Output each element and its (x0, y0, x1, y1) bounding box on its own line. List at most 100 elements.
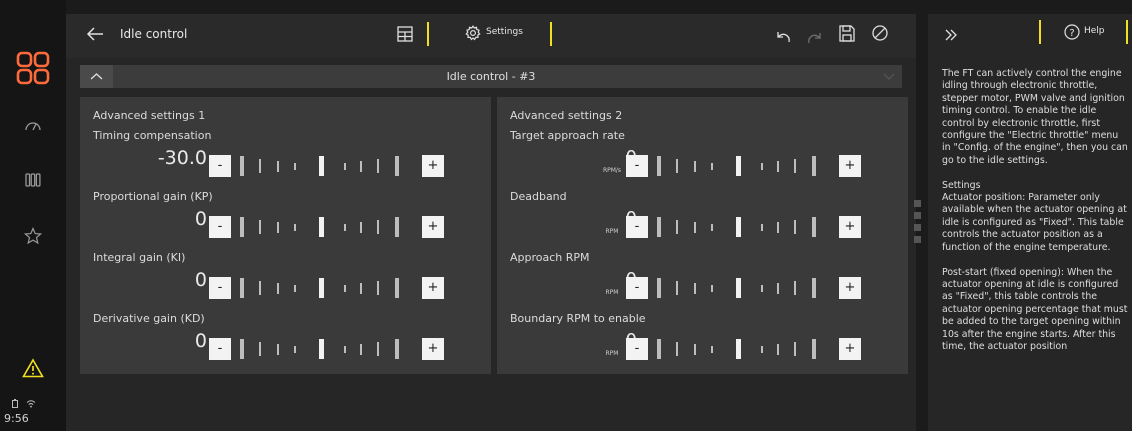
table-icon[interactable] (397, 26, 413, 46)
slider-tick (761, 162, 763, 170)
slider-tick (657, 339, 661, 359)
slider-tick (794, 342, 796, 356)
decrement-button[interactable]: - (209, 338, 231, 360)
setting-value: 0 (557, 147, 637, 168)
undo-icon[interactable] (775, 28, 791, 47)
setting-label: Timing compensation (93, 129, 212, 142)
decrement-button[interactable]: - (209, 155, 231, 177)
help-icon[interactable]: ? (1064, 24, 1080, 44)
increment-button[interactable]: + (839, 155, 861, 177)
increment-button[interactable]: + (422, 338, 444, 360)
slider-tick (657, 156, 661, 176)
gauges-icon[interactable] (0, 170, 66, 190)
value-slider[interactable] (233, 211, 417, 243)
slider-tick (240, 278, 244, 298)
slider-tick (761, 284, 763, 292)
slider-center-mark (319, 278, 324, 298)
value-slider[interactable] (650, 211, 834, 243)
setting-label: Target approach rate (510, 129, 625, 142)
increment-button[interactable]: + (839, 216, 861, 238)
back-arrow-icon[interactable] (86, 26, 104, 46)
setting-value: 0 (194, 208, 207, 230)
slider-tick (694, 160, 696, 172)
decrement-button[interactable]: - (626, 277, 648, 299)
slider-center-mark (319, 339, 324, 359)
increment-button[interactable]: + (839, 338, 861, 360)
slider-tick (812, 339, 816, 359)
battery-icon (12, 393, 18, 412)
menu-grid-icon[interactable] (0, 48, 66, 88)
slider-tick (711, 162, 713, 170)
slider-tick (777, 343, 779, 355)
decrement-button[interactable]: - (626, 216, 648, 238)
increment-button[interactable]: + (422, 155, 444, 177)
slider-tick (777, 221, 779, 233)
slider-tick (377, 281, 379, 295)
slider-tick (277, 343, 279, 355)
setting-value: -30.0 (157, 147, 207, 169)
redo-icon[interactable] (807, 29, 823, 48)
value-slider[interactable] (650, 150, 834, 182)
splitter-handle[interactable] (914, 200, 921, 250)
slider-tick (794, 220, 796, 234)
slider-tick (777, 160, 779, 172)
setting-value: 0 (557, 269, 637, 290)
slider-center-mark (736, 278, 741, 298)
slider-tick (676, 159, 678, 173)
favorites-icon[interactable] (0, 225, 66, 247)
slider-tick (794, 281, 796, 295)
slider-tick (259, 342, 261, 356)
decrement-button[interactable]: - (626, 338, 648, 360)
page-title: Idle control (120, 27, 188, 41)
value-slider[interactable] (233, 333, 417, 365)
slider-center-mark (736, 156, 741, 176)
value-slider[interactable] (650, 272, 834, 304)
value-slider[interactable] (233, 150, 417, 182)
section-title: Idle control - #3 (446, 70, 536, 83)
settings-tab[interactable]: Settings (486, 27, 523, 37)
slider-tick (294, 223, 296, 231)
increment-button[interactable]: + (422, 277, 444, 299)
slider-tick (377, 220, 379, 234)
slider-tick (344, 345, 346, 353)
expand-panel-icon[interactable] (944, 27, 958, 46)
slider-tick (657, 217, 661, 237)
setting-label: Boundary RPM to enable (510, 312, 646, 325)
cancel-icon[interactable] (872, 25, 888, 45)
decrement-button[interactable]: - (209, 277, 231, 299)
slider-tick (377, 342, 379, 356)
decrement-button[interactable]: - (209, 216, 231, 238)
slider-tick (694, 282, 696, 294)
slider-tick (395, 278, 399, 298)
slider-tick (761, 223, 763, 231)
slider-tick (277, 221, 279, 233)
slider-tick (259, 220, 261, 234)
slider-center-mark (319, 156, 324, 176)
slider-tick (711, 345, 713, 353)
slider-tick (259, 159, 261, 173)
slider-tick (761, 345, 763, 353)
decrement-button[interactable]: - (626, 155, 648, 177)
slider-tick (395, 339, 399, 359)
increment-button[interactable]: + (839, 277, 861, 299)
slider-tick (344, 223, 346, 231)
dashboard-icon[interactable] (0, 115, 66, 135)
increment-button[interactable]: + (422, 216, 444, 238)
slider-tick (360, 343, 362, 355)
advanced-settings-2-panel: Advanced settings 2 Target approach rate… (497, 97, 908, 374)
gear-icon[interactable] (465, 25, 481, 45)
help-label[interactable]: Help (1084, 26, 1105, 36)
slider-tick (777, 282, 779, 294)
value-slider[interactable] (233, 272, 417, 304)
expand-icon[interactable] (876, 65, 902, 88)
slider-tick (240, 339, 244, 359)
slider-tick (360, 160, 362, 172)
value-slider[interactable] (650, 333, 834, 365)
slider-tick (277, 160, 279, 172)
slider-tick (344, 162, 346, 170)
warning-icon[interactable] (0, 356, 66, 380)
setting-value: 0 (194, 269, 207, 291)
save-icon[interactable] (839, 25, 855, 46)
slider-tick (294, 345, 296, 353)
section-header: Idle control - #3 (80, 65, 902, 88)
